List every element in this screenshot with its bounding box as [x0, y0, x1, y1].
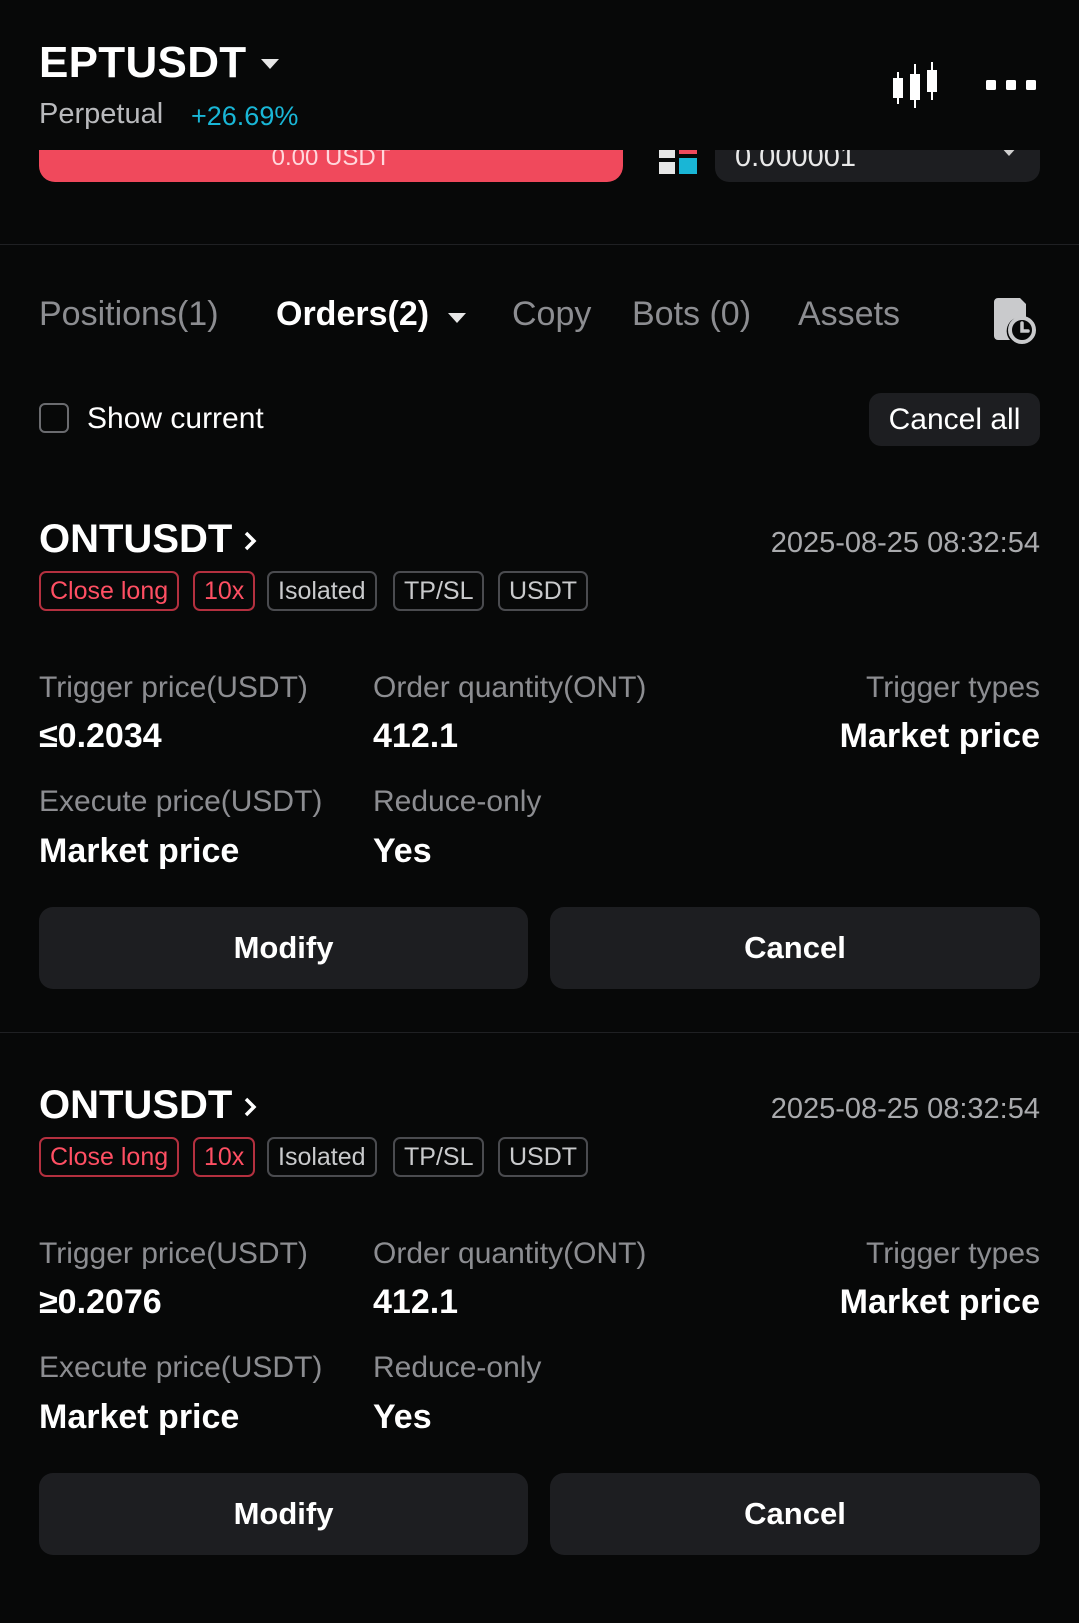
order-quantity-label: Order quantity(ONT) [373, 1237, 647, 1270]
order-book-layout-icon[interactable] [659, 148, 697, 174]
chevron-down-icon[interactable] [448, 313, 466, 323]
divider [0, 244, 1079, 245]
trigger-price-label: Trigger price(USDT) [39, 1237, 308, 1270]
tag-currency: USDT [498, 1137, 589, 1177]
header: EPTUSDT Perpetual +26.69% [0, 0, 1079, 150]
show-current-label: Show current [87, 402, 264, 435]
execute-price-label: Execute price(USDT) [39, 785, 323, 818]
reduce-only-label: Reduce-only [373, 785, 542, 818]
cancel-button[interactable]: Cancel [550, 1473, 1040, 1555]
tag-margin-mode: Isolated [267, 1137, 377, 1177]
price-change: +26.69% [191, 101, 299, 131]
trigger-price-value: ≥0.2076 [39, 1283, 162, 1321]
tab-copy[interactable]: Copy [512, 295, 591, 334]
show-current-checkbox[interactable] [39, 403, 69, 433]
cancel-button[interactable]: Cancel [550, 907, 1040, 989]
cancel-all-button[interactable]: Cancel all [869, 393, 1040, 446]
tag-side: Close long [39, 571, 180, 611]
tag-leverage: 10x [193, 1137, 256, 1177]
trigger-type-value: Market price [839, 717, 1040, 755]
modify-button[interactable]: Modify [39, 1473, 528, 1555]
tag-leverage: 10x [193, 571, 256, 611]
chevron-right-icon[interactable] [243, 530, 257, 552]
tab-orders[interactable]: Orders(2) [276, 295, 429, 334]
contract-type: Perpetual [39, 98, 164, 130]
order-history-icon[interactable] [990, 296, 1036, 344]
tab-bots[interactable]: Bots (0) [632, 295, 751, 334]
order-symbol[interactable]: ONTUSDT [39, 1083, 232, 1128]
tab-positions[interactable]: Positions(1) [39, 295, 219, 334]
order-quantity-value: 412.1 [373, 717, 459, 755]
trigger-price-label: Trigger price(USDT) [39, 671, 308, 704]
chevron-right-icon[interactable] [243, 1096, 257, 1118]
tabs: Positions(1) Orders(2) Copy Bots (0) Ass… [0, 295, 1079, 345]
order-time: 2025-08-25 08:32:54 [770, 1093, 1040, 1125]
chevron-down-icon[interactable] [261, 59, 279, 69]
execute-price-value: Market price [39, 1398, 240, 1436]
execute-price-label: Execute price(USDT) [39, 1351, 323, 1384]
divider [0, 1032, 1079, 1033]
trigger-type-label: Trigger types [866, 671, 1040, 704]
tag-order-type: TP/SL [393, 571, 485, 611]
tag-side: Close long [39, 1137, 180, 1177]
reduce-only-value: Yes [373, 832, 432, 870]
trigger-type-value: Market price [839, 1283, 1040, 1321]
more-icon[interactable] [986, 78, 1036, 92]
reduce-only-label: Reduce-only [373, 1351, 542, 1384]
tag-currency: USDT [498, 571, 589, 611]
tag-margin-mode: Isolated [267, 571, 377, 611]
order-quantity-value: 412.1 [373, 1283, 459, 1321]
order-card: ONTUSDT 2025-08-25 08:32:54 Close long 1… [0, 1083, 1079, 1623]
candlestick-chart-icon[interactable] [893, 60, 937, 110]
order-card: ONTUSDT 2025-08-25 08:32:54 Close long 1… [0, 517, 1079, 1057]
order-time: 2025-08-25 08:32:54 [770, 527, 1040, 559]
symbol-title[interactable]: EPTUSDT [39, 38, 246, 88]
order-symbol[interactable]: ONTUSDT [39, 517, 232, 562]
modify-button[interactable]: Modify [39, 907, 528, 989]
order-quantity-label: Order quantity(ONT) [373, 671, 647, 704]
tab-assets[interactable]: Assets [798, 295, 900, 334]
trigger-price-value: ≤0.2034 [39, 717, 162, 755]
trigger-type-label: Trigger types [866, 1237, 1040, 1270]
execute-price-value: Market price [39, 832, 240, 870]
tag-order-type: TP/SL [393, 1137, 485, 1177]
reduce-only-value: Yes [373, 1398, 432, 1436]
